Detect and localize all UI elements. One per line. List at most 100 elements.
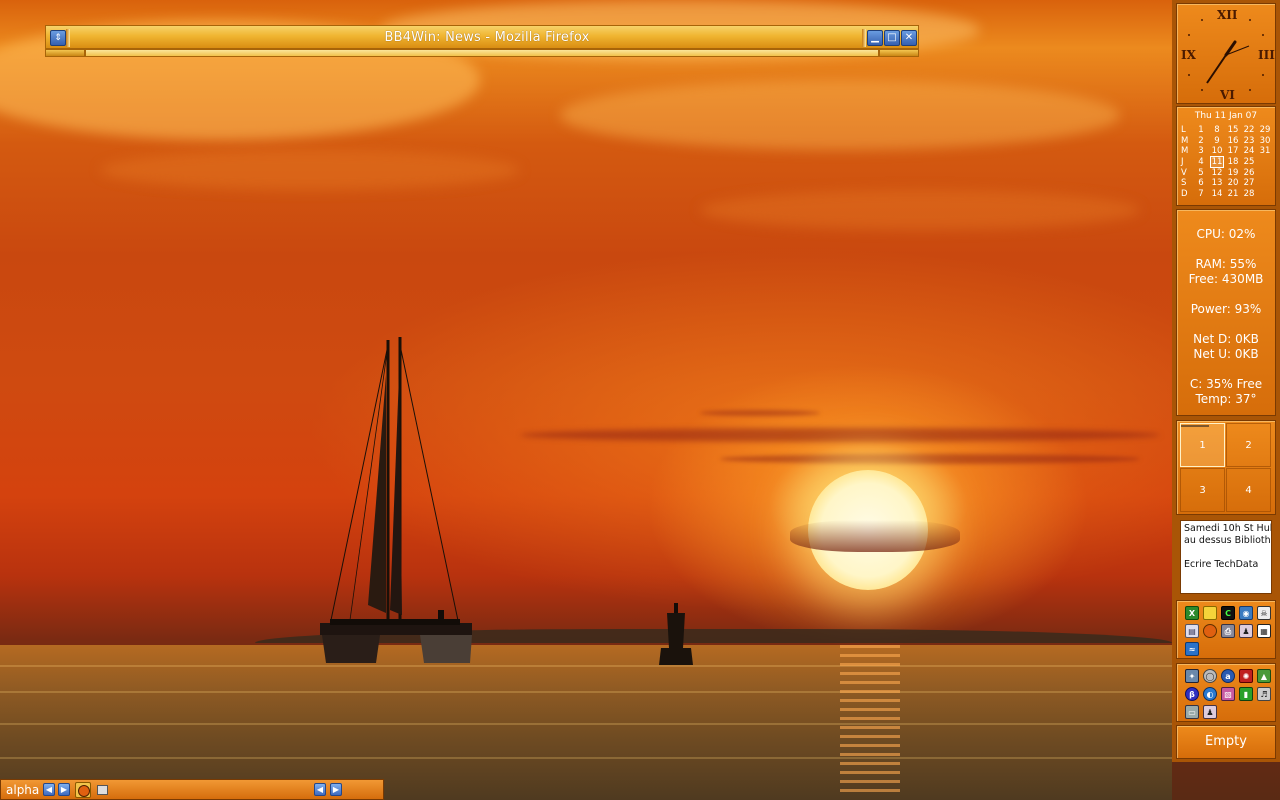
network-cards-icon[interactable]: ▧ [1221, 687, 1235, 701]
calendar-day[interactable]: 29 [1257, 125, 1273, 136]
analog-clock[interactable]: XII III VI IX [1176, 3, 1276, 104]
hdd-icon[interactable]: ▭ [1185, 705, 1199, 719]
workspace-3[interactable]: 3 [1180, 468, 1225, 512]
calendar-day[interactable]: 3 [1193, 146, 1209, 157]
calendar-day-letter: J [1181, 157, 1184, 168]
workspace-4[interactable]: 4 [1226, 468, 1271, 512]
cpu-temperature: Temp: 37° [1195, 392, 1257, 406]
workspace-prev-button[interactable]: ◀ [43, 783, 55, 796]
chart-icon[interactable]: ≈ [1185, 642, 1199, 656]
calendar-day[interactable]: 27 [1241, 178, 1257, 189]
calendar-day[interactable]: 15 [1225, 125, 1241, 136]
maximize-button[interactable]: □ [884, 30, 900, 46]
skull-icon[interactable]: ☠ [1257, 606, 1271, 620]
system-tray: ✦ ◯ a ✺ ▲ β ◐ ▧ ▮ ♬ ▭ ♟ [1176, 663, 1276, 722]
firefox-window[interactable]: ⇕ BB4Win: News - Mozilla Firefox ▁ □ ✕ [45, 25, 919, 58]
calendar-day[interactable]: 6 [1193, 178, 1209, 189]
workspace-1[interactable]: 1 [1180, 423, 1225, 467]
calendar-day[interactable]: 16 [1225, 136, 1241, 147]
workspace-2[interactable]: 2 [1226, 423, 1271, 467]
calendar-day[interactable]: 1 [1193, 125, 1209, 136]
tree-icon[interactable]: ▲ [1257, 669, 1271, 683]
signal-icon[interactable]: ▮ [1239, 687, 1253, 701]
bluetooth-icon[interactable]: β [1185, 687, 1199, 701]
calendar-day[interactable]: 7 [1193, 189, 1209, 200]
calendar-day[interactable]: 2 [1193, 136, 1209, 147]
calendar-row: M 2 9 16 23 30 [1181, 136, 1273, 147]
workspace-next-button[interactable]: ▶ [58, 783, 70, 796]
calendar-grid: L 1 8 15 22 29 M 2 9 16 23 30 M 3 10 17 24 31 J 4 11 18 25 V 5 12… [1181, 125, 1273, 199]
power-level: Power: 93% [1190, 302, 1262, 316]
minimize-button[interactable]: ▁ [867, 30, 883, 46]
resize-handle-left[interactable] [45, 49, 85, 57]
calendar-day[interactable] [1257, 189, 1273, 200]
calendar-day[interactable]: 31 [1257, 146, 1273, 157]
task-next-button[interactable]: ▶ [330, 783, 342, 796]
window-menu-button[interactable]: ⇕ [50, 30, 66, 46]
speaker-icon[interactable]: ♬ [1257, 687, 1271, 701]
calendar-day[interactable]: 30 [1257, 136, 1273, 147]
empty-recycle-bin-button[interactable]: Empty [1176, 725, 1276, 759]
calendar-day[interactable]: 23 [1241, 136, 1257, 147]
toolbox-icon[interactable]: ▦ [1257, 624, 1271, 638]
excel-icon[interactable]: X [1185, 606, 1199, 620]
calendar-day[interactable]: 14 [1209, 189, 1225, 200]
quick-launch-tray: X C ◉ ☠ ▤ ⎙ ♟ ▦ ≈ [1176, 600, 1276, 659]
window-titlebar[interactable]: ⇕ BB4Win: News - Mozilla Firefox ▁ □ ✕ [45, 25, 919, 49]
satellite-icon[interactable]: ✦ [1185, 669, 1199, 683]
task-prev-button[interactable]: ◀ [314, 783, 326, 796]
calendar-day[interactable] [1257, 157, 1273, 168]
calendar-day[interactable]: 24 [1241, 146, 1257, 157]
calendar-day[interactable] [1257, 178, 1273, 189]
calendar-day-today[interactable]: 11 [1209, 156, 1225, 169]
window-bottom-frame[interactable] [85, 49, 879, 57]
arrow-left-icon: ◀ [316, 785, 324, 794]
calendar-day[interactable]: 28 [1241, 189, 1257, 200]
user-icon[interactable]: ♟ [1239, 624, 1253, 638]
clock-hands [1206, 40, 1250, 84]
note-line-3: Ecrire TechData [1184, 559, 1259, 570]
calendar-day[interactable]: 8 [1209, 125, 1225, 136]
info-icon[interactable]: a [1221, 669, 1235, 683]
task-app-button[interactable] [94, 782, 110, 798]
globe-icon[interactable]: ◐ [1203, 687, 1217, 701]
calendar-day[interactable]: 20 [1225, 178, 1241, 189]
calendar-day[interactable]: 18 [1225, 157, 1241, 168]
calendar-day[interactable]: 4 [1193, 157, 1209, 168]
workspace-pager[interactable]: 1 2 3 4 [1176, 420, 1276, 515]
arrow-right-icon: ▶ [332, 785, 340, 794]
calendar-day[interactable]: 19 [1225, 167, 1241, 178]
disc-icon[interactable]: ◯ [1203, 669, 1217, 683]
system-monitor[interactable]: CPU: 02% RAM: 55% Free: 430MB Power: 93%… [1176, 209, 1276, 416]
network-icon[interactable]: ◉ [1239, 606, 1253, 620]
calendar-day-letter: M [1181, 146, 1189, 157]
window-icon[interactable]: ▤ [1185, 624, 1199, 638]
folder-icon[interactable] [1203, 606, 1217, 620]
bottom-toolbar[interactable]: alpha ◀ ▶ ◀ ▶ [0, 779, 384, 800]
terminal-icon[interactable]: C [1221, 606, 1235, 620]
close-icon: ✕ [904, 32, 914, 43]
calendar-day[interactable]: 22 [1241, 125, 1257, 136]
firefox-icon[interactable] [1203, 624, 1217, 638]
resize-handle-right[interactable] [879, 49, 919, 57]
calendar-day[interactable]: 9 [1209, 136, 1225, 147]
calendar-day[interactable]: 13 [1209, 178, 1225, 189]
calendar-day[interactable]: 5 [1193, 167, 1209, 178]
sticky-note[interactable]: Samedi 10h St Hub au dessus Bibliothe Ec… [1180, 520, 1272, 594]
net-upload: Net U: 0KB [1193, 347, 1259, 361]
task-firefox-button[interactable] [75, 782, 91, 798]
cpu-usage: CPU: 02% [1196, 227, 1256, 241]
calendar-day[interactable]: 26 [1241, 167, 1257, 178]
spider-icon[interactable]: ✺ [1239, 669, 1253, 683]
calendar-day[interactable] [1257, 167, 1273, 178]
calendar-row: V 5 12 19 26 [1181, 167, 1273, 178]
close-button[interactable]: ✕ [901, 30, 917, 46]
person-icon[interactable]: ♟ [1203, 705, 1217, 719]
calendar-day[interactable]: 12 [1209, 167, 1225, 178]
calendar-day[interactable]: 17 [1225, 146, 1241, 157]
calendar-day[interactable]: 21 [1225, 189, 1241, 200]
printer-icon[interactable]: ⎙ [1221, 624, 1235, 638]
arrow-right-icon: ▶ [60, 785, 68, 794]
calendar-widget[interactable]: Thu 11 Jan 07 L 1 8 15 22 29 M 2 9 16 23 30 M 3 10 17 24… [1176, 106, 1276, 206]
calendar-day[interactable]: 25 [1241, 157, 1257, 168]
